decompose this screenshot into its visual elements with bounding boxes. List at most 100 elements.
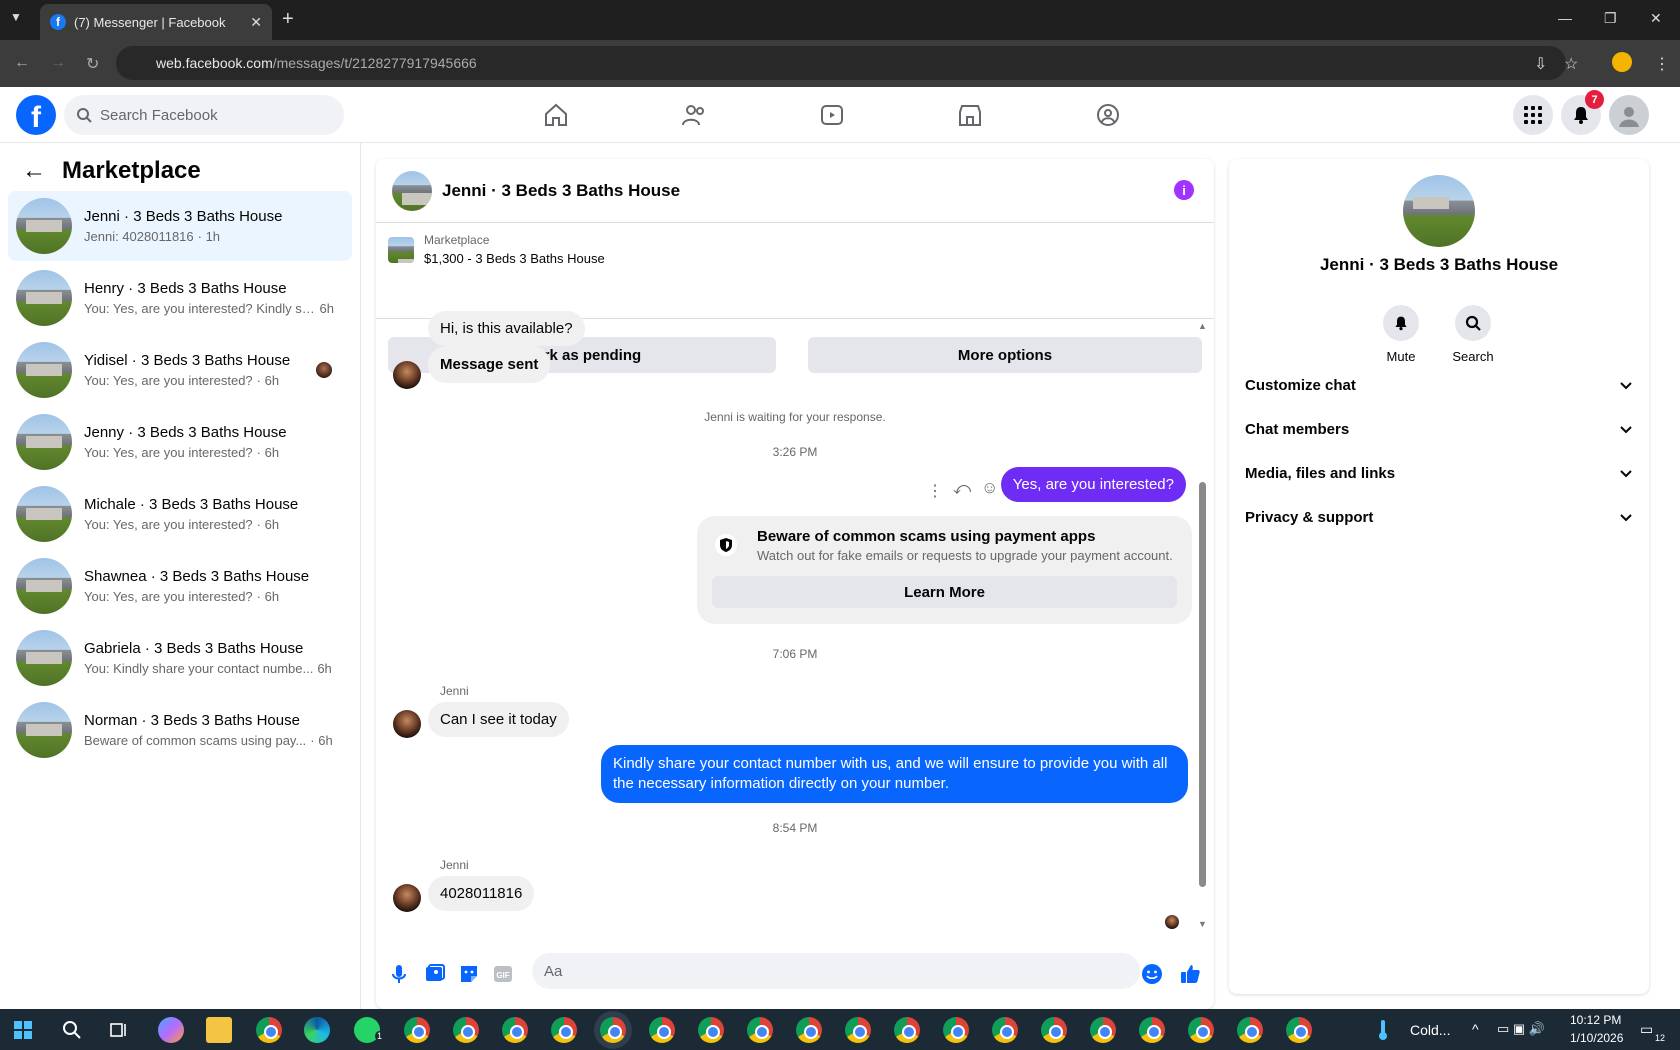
minimize-icon[interactable]: —	[1558, 10, 1572, 26]
details-section-item[interactable]: Media, files and links	[1245, 465, 1633, 482]
new-tab-icon[interactable]: +	[282, 8, 294, 31]
menu-kebab-icon[interactable]: ⋮	[1654, 54, 1670, 74]
chrome-window-icon[interactable]	[551, 1017, 577, 1043]
chrome-window-icon[interactable]	[1041, 1017, 1067, 1043]
chrome-window-icon[interactable]	[453, 1017, 479, 1043]
account-avatar[interactable]	[1609, 95, 1649, 135]
message-bubble-incoming[interactable]: 4028011816	[428, 876, 535, 911]
conversation-item[interactable]: Michale · 3 Beds 3 Baths House You: Yes, …	[8, 479, 352, 549]
info-icon[interactable]: i	[1174, 180, 1194, 200]
chrome-window-icon[interactable]	[1090, 1017, 1116, 1043]
marketplace-icon[interactable]	[956, 101, 984, 129]
back-arrow-icon[interactable]: ←	[22, 157, 46, 185]
chrome-window-icon[interactable]	[845, 1017, 871, 1043]
conversation-item[interactable]: Henry · 3 Beds 3 Baths House You: Yes, ar…	[8, 263, 352, 333]
conversation-item[interactable]: Jenny · 3 Beds 3 Baths House You: Yes, ar…	[8, 407, 352, 477]
notification-center-icon[interactable]: ▭	[1640, 1021, 1653, 1038]
menu-grid-button[interactable]	[1513, 95, 1553, 135]
url-field[interactable]: web.facebook.com/messages/t/212827791794…	[116, 46, 1566, 80]
listing-thumbnail[interactable]	[388, 237, 414, 263]
edge-icon[interactable]	[304, 1017, 330, 1043]
message-bubble-outgoing[interactable]: Kindly share your contact number with us…	[601, 745, 1188, 803]
taskbar-search-icon[interactable]	[62, 1020, 82, 1040]
listing-avatar-large[interactable]	[1403, 175, 1475, 247]
reply-icon[interactable]: ⤺	[953, 479, 971, 499]
chrome-window-icon[interactable]	[1139, 1017, 1165, 1043]
file-explorer-icon[interactable]	[206, 1017, 232, 1043]
forward-icon[interactable]: →	[50, 54, 66, 72]
message-bubble-incoming[interactable]: Can I see it today	[428, 702, 569, 737]
task-view-icon[interactable]	[110, 1021, 128, 1039]
conversation-item[interactable]: Gabriela · 3 Beds 3 Baths House You: Kind…	[8, 623, 352, 693]
photo-icon[interactable]	[424, 963, 446, 985]
bookmark-star-icon[interactable]: ☆	[1564, 54, 1578, 74]
video-icon[interactable]	[818, 101, 846, 129]
chrome-window-icon[interactable]	[1188, 1017, 1214, 1043]
chrome-window-icon[interactable]	[747, 1017, 773, 1043]
search-icon	[77, 108, 92, 123]
clock-time[interactable]: 10:12 PM	[1570, 1013, 1621, 1027]
conversation-item[interactable]: Norman · 3 Beds 3 Baths House Beware of c…	[8, 695, 352, 765]
conversation-item[interactable]: Shawnea · 3 Beds 3 Baths House You: Yes, …	[8, 551, 352, 621]
copilot-icon[interactable]	[158, 1017, 184, 1043]
chrome-window-icon[interactable]	[894, 1017, 920, 1043]
react-emoji-icon[interactable]: ☺	[981, 478, 998, 498]
chrome-window-icon[interactable]	[943, 1017, 969, 1043]
weather-text[interactable]: Cold...	[1410, 1022, 1450, 1038]
details-section-item[interactable]: Chat members	[1245, 421, 1633, 438]
reload-icon[interactable]: ↻	[86, 54, 99, 74]
details-section-item[interactable]: Customize chat	[1245, 377, 1633, 394]
browser-tab[interactable]: f (7) Messenger | Facebook ✕	[40, 4, 272, 40]
chrome-window-icon[interactable]	[698, 1017, 724, 1043]
learn-more-button[interactable]: Learn More	[712, 576, 1177, 608]
listing-price[interactable]: $1,300 - 3 Beds 3 Baths House	[424, 251, 605, 266]
gif-icon[interactable]: GIF	[492, 963, 514, 985]
sticker-icon[interactable]	[458, 963, 480, 985]
conversation-item[interactable]: Jenni · 3 Beds 3 Baths House Jenni: 40280…	[8, 191, 352, 261]
close-tab-icon[interactable]: ✕	[250, 14, 262, 31]
emoji-icon[interactable]	[1141, 963, 1163, 985]
scrollbar[interactable]	[1199, 482, 1206, 887]
facebook-logo-icon[interactable]: f	[16, 95, 56, 135]
chrome-window-icon[interactable]	[649, 1017, 675, 1043]
details-section-label: Privacy & support	[1245, 509, 1374, 526]
scroll-up-icon[interactable]: ▲	[1198, 321, 1207, 331]
install-icon[interactable]: ⇩	[1534, 54, 1547, 74]
chrome-window-icon[interactable]	[404, 1017, 430, 1043]
profile-avatar-icon[interactable]	[1612, 52, 1632, 72]
chrome-window-icon[interactable]	[600, 1017, 626, 1043]
tab-list-icon[interactable]: ▼	[10, 10, 22, 24]
conversation-preview: Jenni: 4028011816 · 1h	[84, 229, 334, 244]
tray-system-icons[interactable]: ▭ ▣ 🔊	[1497, 1021, 1545, 1037]
microphone-icon[interactable]	[388, 963, 410, 985]
windows-start-icon[interactable]	[14, 1021, 32, 1039]
chrome-window-icon[interactable]	[1286, 1017, 1312, 1043]
message-input[interactable]: Aa	[532, 953, 1140, 989]
chrome-window-icon[interactable]	[1237, 1017, 1263, 1043]
details-section-item[interactable]: Privacy & support	[1245, 509, 1633, 526]
chrome-window-icon[interactable]	[502, 1017, 528, 1043]
chrome-taskbar-icon[interactable]	[256, 1017, 282, 1043]
search-input[interactable]: Search Facebook	[64, 95, 344, 135]
like-thumb-icon[interactable]	[1179, 963, 1201, 985]
back-icon[interactable]: ←	[14, 54, 30, 72]
groups-icon[interactable]	[1094, 101, 1122, 129]
chrome-window-icon[interactable]	[992, 1017, 1018, 1043]
scroll-down-icon[interactable]: ▼	[1198, 919, 1207, 929]
more-actions-icon[interactable]: ⋮	[927, 481, 943, 501]
search-in-chat-button[interactable]: Search	[1438, 305, 1508, 364]
home-icon[interactable]	[542, 101, 570, 129]
restore-icon[interactable]: ❐	[1604, 10, 1617, 27]
tray-chevron-icon[interactable]: ^	[1472, 1021, 1479, 1037]
listing-avatar[interactable]	[392, 170, 432, 211]
friends-icon[interactable]	[680, 101, 708, 129]
chat-title[interactable]: Jenni · 3 Beds 3 Baths House	[442, 181, 680, 201]
mute-button[interactable]: Mute	[1366, 305, 1436, 364]
close-window-icon[interactable]: ✕	[1650, 10, 1662, 27]
message-bubble-incoming[interactable]: Hi, is this available?	[428, 311, 585, 346]
conversation-item[interactable]: Yidisel · 3 Beds 3 Baths House You: Yes, …	[8, 335, 352, 405]
clock-date[interactable]: 1/10/2026	[1570, 1031, 1623, 1045]
bell-icon	[1395, 316, 1407, 331]
message-bubble-outgoing[interactable]: Yes, are you interested?	[1000, 467, 1186, 502]
chrome-window-icon[interactable]	[796, 1017, 822, 1043]
